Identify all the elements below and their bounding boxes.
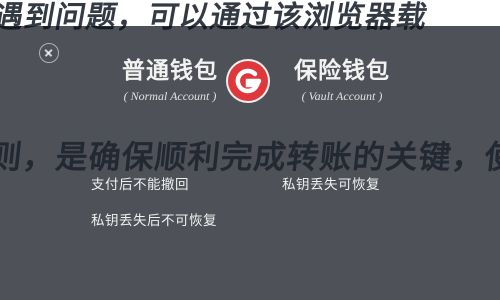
vault-account-card[interactable]: 保险钱包 ( Vault Account ) [272,56,412,104]
wallet-dialog: 普通钱包 ( Normal Account ) 保险钱包 ( Vault Acc… [0,26,500,300]
close-button[interactable] [39,43,59,63]
option-key-unrecoverable: 私钥丢失后不可恢复 [91,213,217,228]
vault-account-title: 保险钱包 [294,57,390,83]
normal-account-card[interactable]: 普通钱包 ( Normal Account ) [100,56,240,104]
normal-account-title: 普通钱包 [122,57,218,83]
option-no-revoke: 支付后不能撤回 [91,177,189,192]
vault-account-subtitle: ( Vault Account ) [301,89,383,103]
brand-logo-icon [228,61,268,101]
normal-account-subtitle: ( Normal Account ) [123,89,217,103]
option-key-recoverable: 私钥丢失可恢复 [282,177,380,192]
